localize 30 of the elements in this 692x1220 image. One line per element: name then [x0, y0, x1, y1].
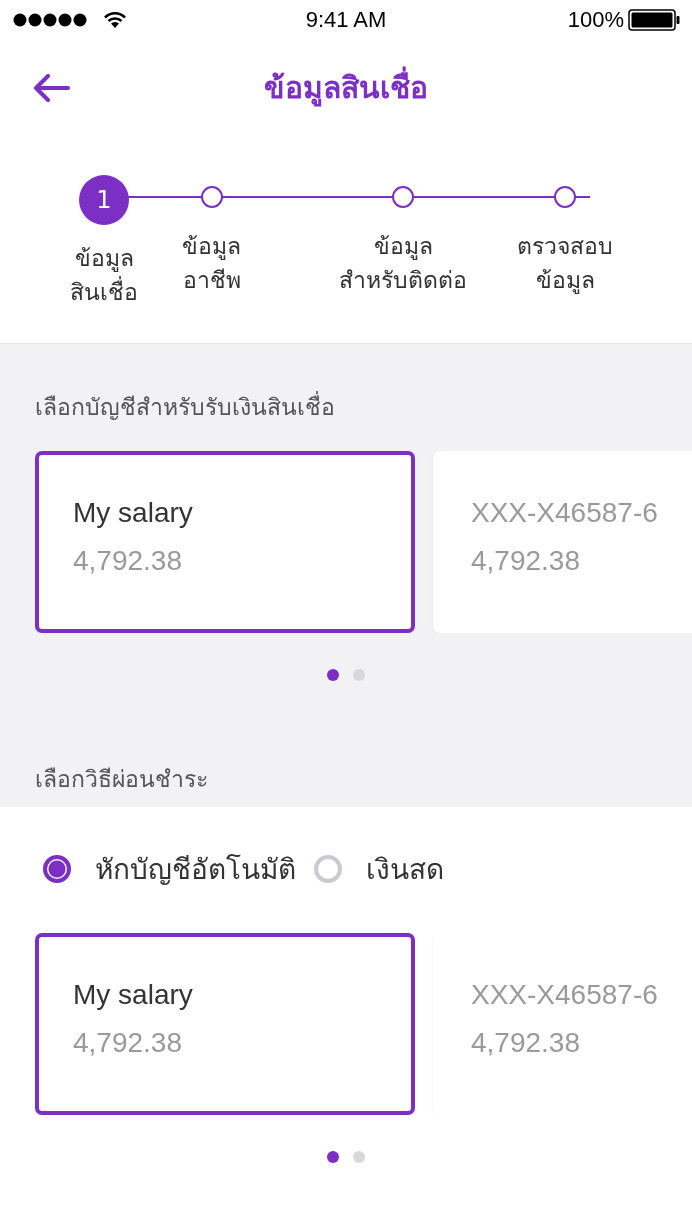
step-label: ข้อมูล — [373, 232, 433, 262]
account-name: My salary — [73, 497, 194, 529]
step-label: ตรวจสอบ — [517, 232, 613, 261]
account-balance: 4,792.38 — [73, 545, 183, 577]
battery-icon — [628, 9, 680, 31]
radio-option[interactable]: เงินสด — [314, 847, 444, 891]
account-balance: 4,792.38 — [471, 545, 581, 577]
step-label: สินเชื่อ — [70, 275, 138, 309]
page-title: ข้อมูลสินเชื่อ — [264, 64, 428, 111]
account-card[interactable]: My salary 4,792.38 — [35, 933, 415, 1115]
radio-option[interactable]: หักบัญชีอัตโนมัติ — [43, 847, 296, 891]
back-arrow-icon[interactable] — [33, 74, 71, 102]
account-name: My salary — [73, 979, 194, 1011]
account-balance: 4,792.38 — [73, 1027, 183, 1059]
radio-button[interactable] — [43, 855, 71, 883]
step-label: ข้อมูล — [182, 232, 241, 262]
account-name: XXX-X46587-6 — [471, 979, 659, 1011]
wifi-icon — [103, 11, 127, 29]
step-label: ข้อมูล — [74, 244, 134, 274]
step-label: ข้อมูล — [535, 266, 595, 296]
step-label: อาชีพ — [182, 266, 241, 295]
section-title: เลือกวิธีผ่อนชำระ — [34, 765, 209, 794]
section-title: เลือกบัญชีสำหรับรับเงินสินเชื่อ — [0, 389, 692, 429]
account-card[interactable]: My salary 4,792.38 — [35, 451, 415, 633]
battery-percent: 100% — [567, 7, 624, 33]
account-name: XXX-X46587-6 — [471, 497, 659, 529]
status-time: 9:41 AM — [305, 7, 387, 33]
step-label: สำหรับติดต่อ — [339, 266, 467, 295]
step-indicator: 1 — [79, 175, 129, 225]
account-balance: 4,792.38 — [471, 1027, 581, 1059]
